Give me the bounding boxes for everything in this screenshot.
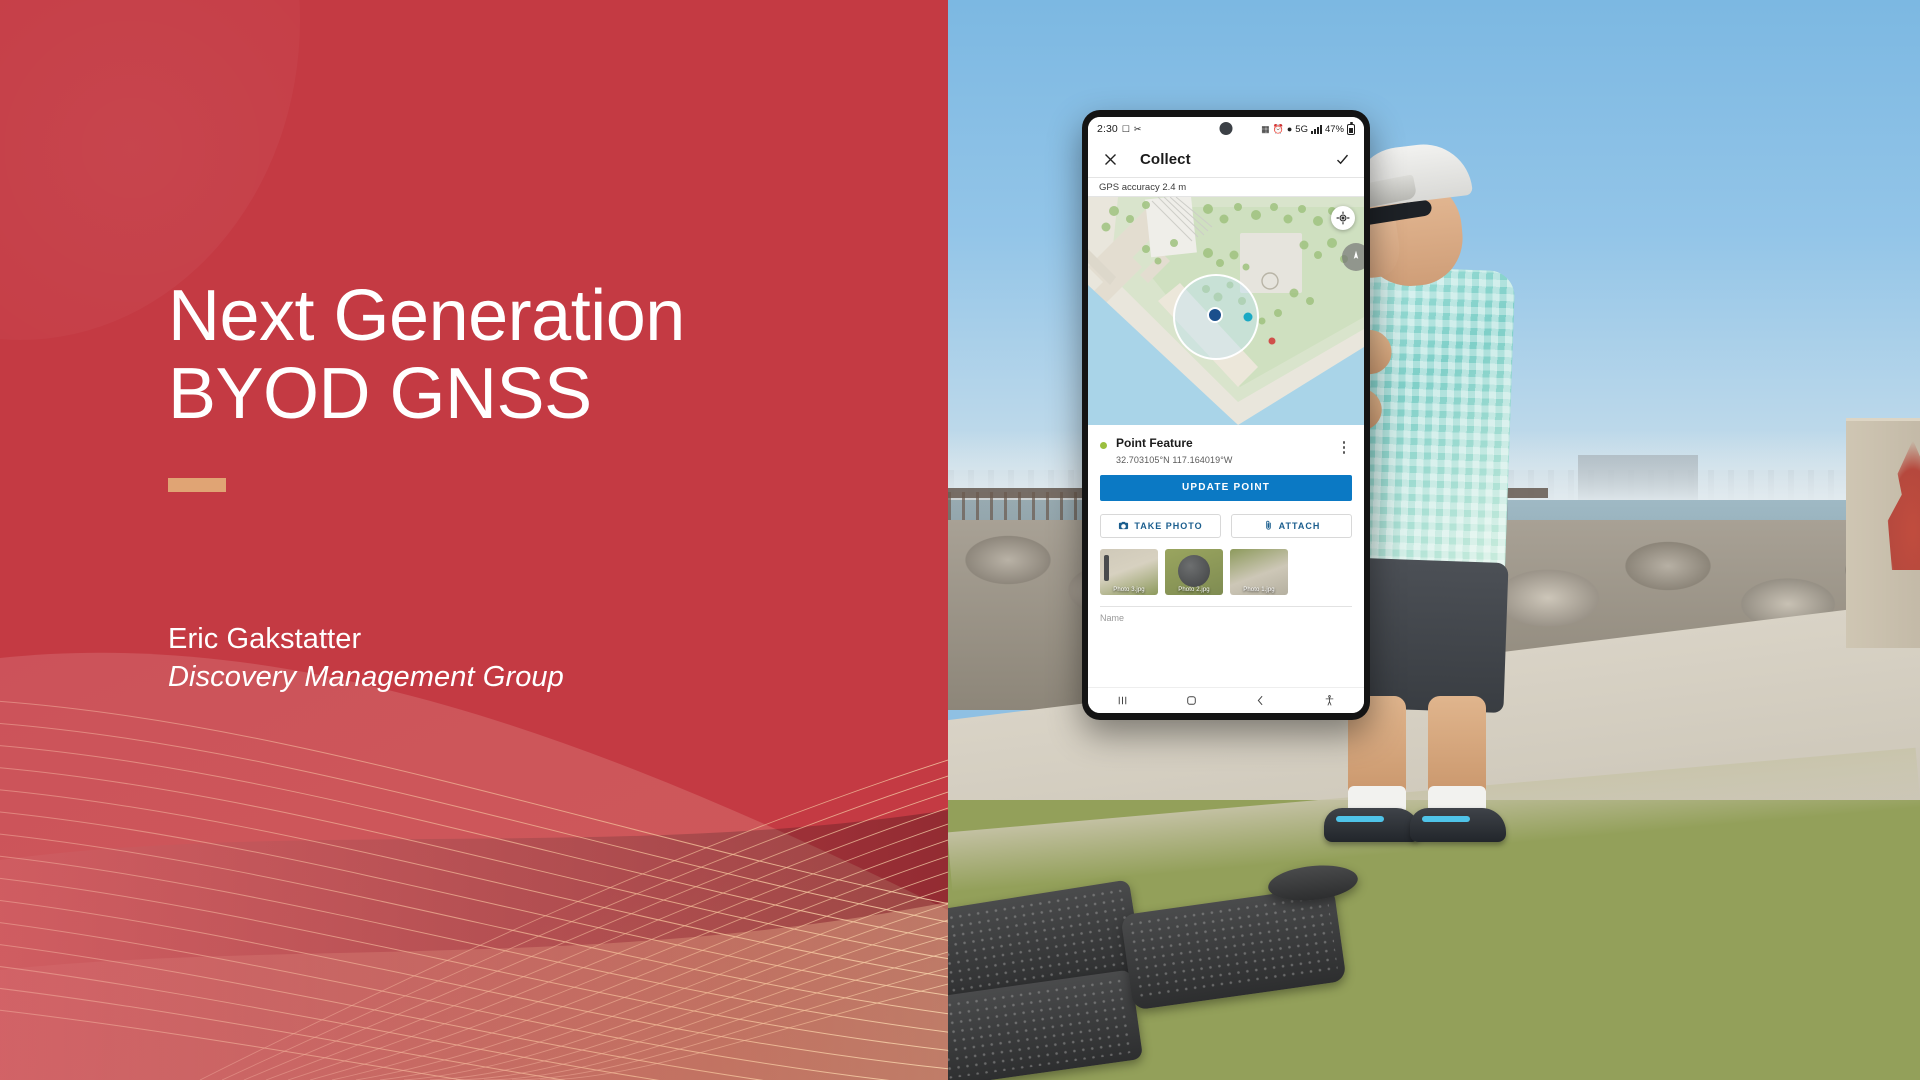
app-title: Collect — [1140, 150, 1191, 168]
page-title: Next Generation BYOD GNSS — [168, 276, 685, 434]
title-panel: Next Generation BYOD GNSS Eric Gakstatte… — [0, 0, 948, 1080]
battery-percent: 47% — [1324, 123, 1344, 135]
recents-icon[interactable] — [1116, 694, 1129, 707]
location-icon: ● — [1286, 123, 1293, 134]
signal-icon — [1310, 124, 1322, 134]
paperclip-icon — [1265, 520, 1271, 530]
close-button[interactable] — [1100, 149, 1120, 169]
app-bar: Collect — [1088, 141, 1364, 177]
photo-label: Photo 3.jpg — [1113, 586, 1145, 593]
network-type: 5G — [1295, 123, 1308, 135]
person-shoe — [1410, 808, 1506, 842]
author-name: Eric Gakstatter — [168, 623, 362, 655]
phone-screen: 2:30 ☐ ✂ ▦ ⏰ ● 5G 47% Collect GPS accura… — [1088, 117, 1364, 713]
feature-name: Point Feature — [1116, 436, 1193, 450]
photo-thumbnail[interactable]: Photo 2.jpg — [1165, 548, 1223, 595]
compass-icon[interactable] — [1342, 243, 1364, 271]
photo-thumbnail[interactable]: Photo 3.jpg — [1100, 548, 1158, 595]
update-point-button[interactable]: UPDATE POINT — [1100, 474, 1352, 501]
camera-icon — [1119, 521, 1129, 530]
locate-icon[interactable] — [1331, 206, 1355, 230]
feature-coordinates: 32.703105°N 117.164019°W — [1116, 454, 1233, 465]
sim-icon: ▦ — [1261, 123, 1270, 134]
screenshot-icon: ☐ — [1121, 123, 1130, 134]
more-options-icon[interactable] — [1336, 441, 1352, 454]
attach-label: ATTACH — [1278, 520, 1321, 531]
gps-accuracy-status: GPS accuracy 2.4 m — [1088, 177, 1364, 197]
scissors-icon: ✂ — [1133, 123, 1142, 134]
person-shoe — [1324, 808, 1420, 842]
title-block: Next Generation BYOD GNSS — [168, 276, 868, 492]
accessibility-icon[interactable] — [1323, 694, 1336, 707]
map-view[interactable] — [1088, 197, 1364, 425]
android-navigation-bar — [1088, 687, 1364, 713]
accent-bar — [168, 477, 226, 492]
submit-button[interactable] — [1332, 149, 1352, 169]
battery-icon — [1347, 121, 1355, 135]
phone-mockup: 2:30 ☐ ✂ ▦ ⏰ ● 5G 47% Collect GPS accura… — [1082, 110, 1370, 720]
take-photo-label: TAKE PHOTO — [1134, 520, 1203, 531]
photo-thumbnails: Photo 3.jpg Photo 2.jpg Photo 1.jpg — [1088, 545, 1364, 595]
feature-summary: Point Feature 32.703105°N 117.164019°W — [1088, 425, 1364, 473]
home-icon[interactable] — [1185, 694, 1198, 707]
alarm-icon: ⏰ — [1272, 123, 1284, 134]
photo-thumbnail[interactable]: Photo 1.jpg — [1230, 548, 1288, 595]
photo-label: Photo 2.jpg — [1178, 586, 1210, 593]
feature-status-dot — [1100, 442, 1107, 449]
back-icon[interactable] — [1254, 694, 1267, 707]
attach-button[interactable]: ATTACH — [1231, 513, 1352, 538]
byline: Eric Gakstatter Discovery Management Gro… — [168, 620, 868, 697]
author-organization: Discovery Management Group — [168, 661, 564, 694]
name-field-label[interactable]: Name — [1088, 607, 1364, 621]
status-bar: 2:30 ☐ ✂ ▦ ⏰ ● 5G 47% — [1088, 117, 1364, 141]
take-photo-button[interactable]: TAKE PHOTO — [1100, 513, 1221, 538]
field-photograph: 2:30 ☐ ✂ ▦ ⏰ ● 5G 47% Collect GPS accura… — [948, 0, 1920, 1080]
attachment-actions: TAKE PHOTO ATTACH — [1088, 500, 1364, 546]
status-time: 2:30 — [1097, 123, 1118, 135]
photo-label: Photo 1.jpg — [1243, 586, 1275, 593]
camera-punch-hole — [1219, 122, 1233, 135]
presentation-slide: Next Generation BYOD GNSS Eric Gakstatte… — [0, 0, 1920, 1080]
